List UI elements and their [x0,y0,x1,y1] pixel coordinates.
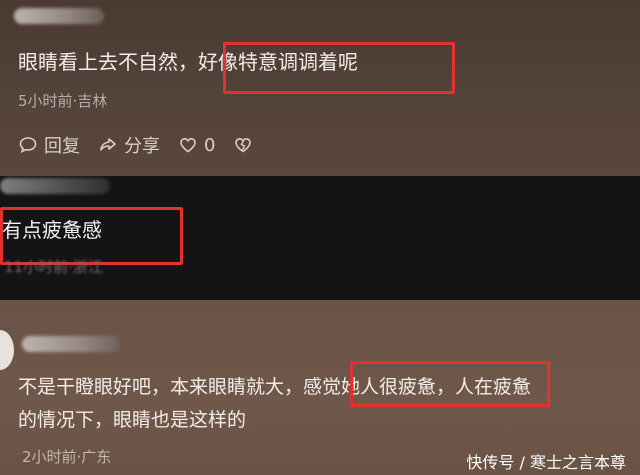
broken-heart-icon [233,135,253,155]
comment-meta-2: 11小时前·浙江 [4,258,103,276]
share-button[interactable]: 分享 [98,132,160,158]
comment-meta-1: 5小时前·吉林 [18,92,108,110]
watermark: 快传号 / 寒士之言本尊 [466,453,626,472]
like-count: 0 [204,134,216,156]
highlight-box-1 [223,42,455,94]
comment-meta-3: 2小时前·广东 [22,448,112,466]
like-button[interactable]: 0 [178,135,215,156]
heart-icon [178,135,198,155]
username-blur [0,178,110,194]
reply-button[interactable]: 回复 [18,132,80,158]
highlight-box-3 [350,361,550,407]
username-blur [22,336,120,352]
comment-text-1-before: 眼睛看上去不自然， [18,50,198,74]
comment-card-1: 眼睛看上去不自然，好像特意调调着呢 5小时前·吉林 回复 分享 0 [0,0,640,176]
dislike-button[interactable] [233,135,253,155]
comment-text-3-line2: 的情况下，眼睛也是这样的 [18,409,247,431]
comment-text-3-before: 不是干瞪眼好吧，本来眼睛就大， [18,376,304,398]
share-arrow-icon [98,135,118,155]
reply-label: 回复 [44,136,80,157]
share-label: 分享 [124,136,160,157]
comment-actions: 回复 分享 0 [18,132,253,158]
username-blur [14,8,104,24]
comment-bubble-icon [18,135,38,155]
